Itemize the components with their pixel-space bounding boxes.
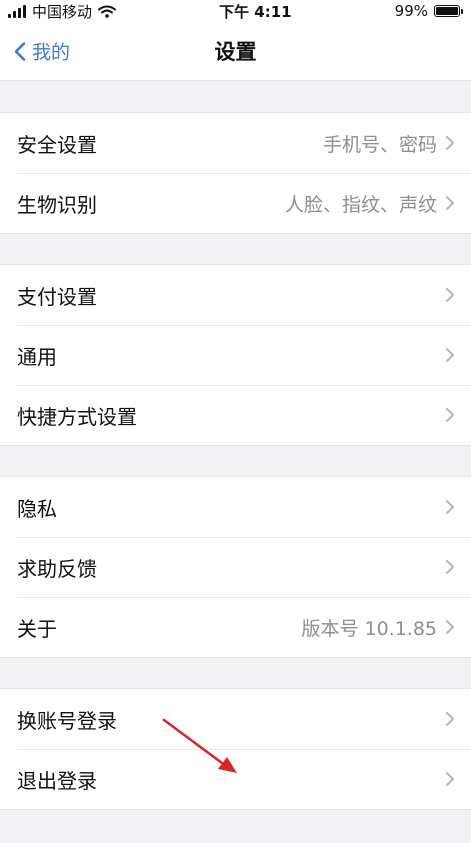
row-security-settings[interactable]: 安全设置 手机号、密码 (0, 113, 471, 173)
row-biometrics[interactable]: 生物识别 人脸、指纹、声纹 (0, 173, 471, 233)
back-label: 我的 (32, 41, 71, 64)
row-value: 手机号、密码 (322, 133, 437, 156)
status-left: 中国移动 (8, 1, 117, 22)
row-label: 退出登录 (17, 768, 97, 793)
row-label: 通用 (17, 344, 57, 369)
signal-icon (8, 4, 26, 18)
row-label: 隐私 (17, 496, 57, 521)
row-general[interactable]: 通用 (0, 325, 471, 385)
chevron-right-icon (446, 348, 454, 362)
chevron-right-icon (446, 136, 454, 150)
status-time: 下午 4:11 (219, 2, 292, 21)
row-label: 支付设置 (17, 284, 97, 309)
row-label: 生物识别 (17, 192, 97, 217)
row-logout[interactable]: 退出登录 (0, 749, 471, 809)
row-about[interactable]: 关于 版本号 10.1.85 (0, 597, 471, 657)
chevron-left-icon (14, 41, 26, 61)
settings-group-about: 隐私 求助反馈 关于 版本号 10.1.85 (0, 476, 471, 658)
page-title: 设置 (214, 40, 257, 64)
status-bar: 中国移动 下午 4:11 99% (0, 0, 471, 22)
settings-group-general: 支付设置 通用 快捷方式设置 (0, 264, 471, 446)
status-right: 99% (395, 2, 463, 20)
row-label: 快捷方式设置 (17, 404, 137, 429)
battery-percent: 99% (394, 2, 428, 20)
settings-group-security: 安全设置 手机号、密码 生物识别 人脸、指纹、声纹 (0, 112, 471, 234)
row-label: 安全设置 (17, 132, 97, 157)
chevron-right-icon (446, 408, 454, 422)
chevron-right-icon (446, 620, 454, 634)
row-help-feedback[interactable]: 求助反馈 (0, 537, 471, 597)
row-switch-account[interactable]: 换账号登录 (0, 689, 471, 749)
back-button[interactable]: 我的 (14, 38, 70, 65)
row-payment-settings[interactable]: 支付设置 (0, 265, 471, 325)
chevron-right-icon (446, 288, 454, 302)
chevron-right-icon (446, 712, 454, 726)
row-label: 求助反馈 (17, 556, 97, 581)
chevron-right-icon (446, 560, 454, 574)
row-shortcut-settings[interactable]: 快捷方式设置 (0, 385, 471, 445)
row-label: 换账号登录 (17, 708, 117, 733)
row-privacy[interactable]: 隐私 (0, 477, 471, 537)
row-value: 人脸、指纹、声纹 (284, 193, 437, 216)
chevron-right-icon (446, 196, 454, 210)
battery-icon (434, 5, 463, 17)
row-label: 关于 (17, 616, 57, 641)
version-value: 版本号 10.1.85 (301, 617, 437, 640)
wifi-icon (98, 5, 117, 18)
chevron-right-icon (446, 772, 454, 786)
navigation-bar: 我的 设置 (0, 22, 471, 81)
settings-group-account: 换账号登录 退出登录 (0, 688, 471, 810)
chevron-right-icon (446, 500, 454, 514)
carrier-label: 中国移动 (32, 2, 93, 21)
